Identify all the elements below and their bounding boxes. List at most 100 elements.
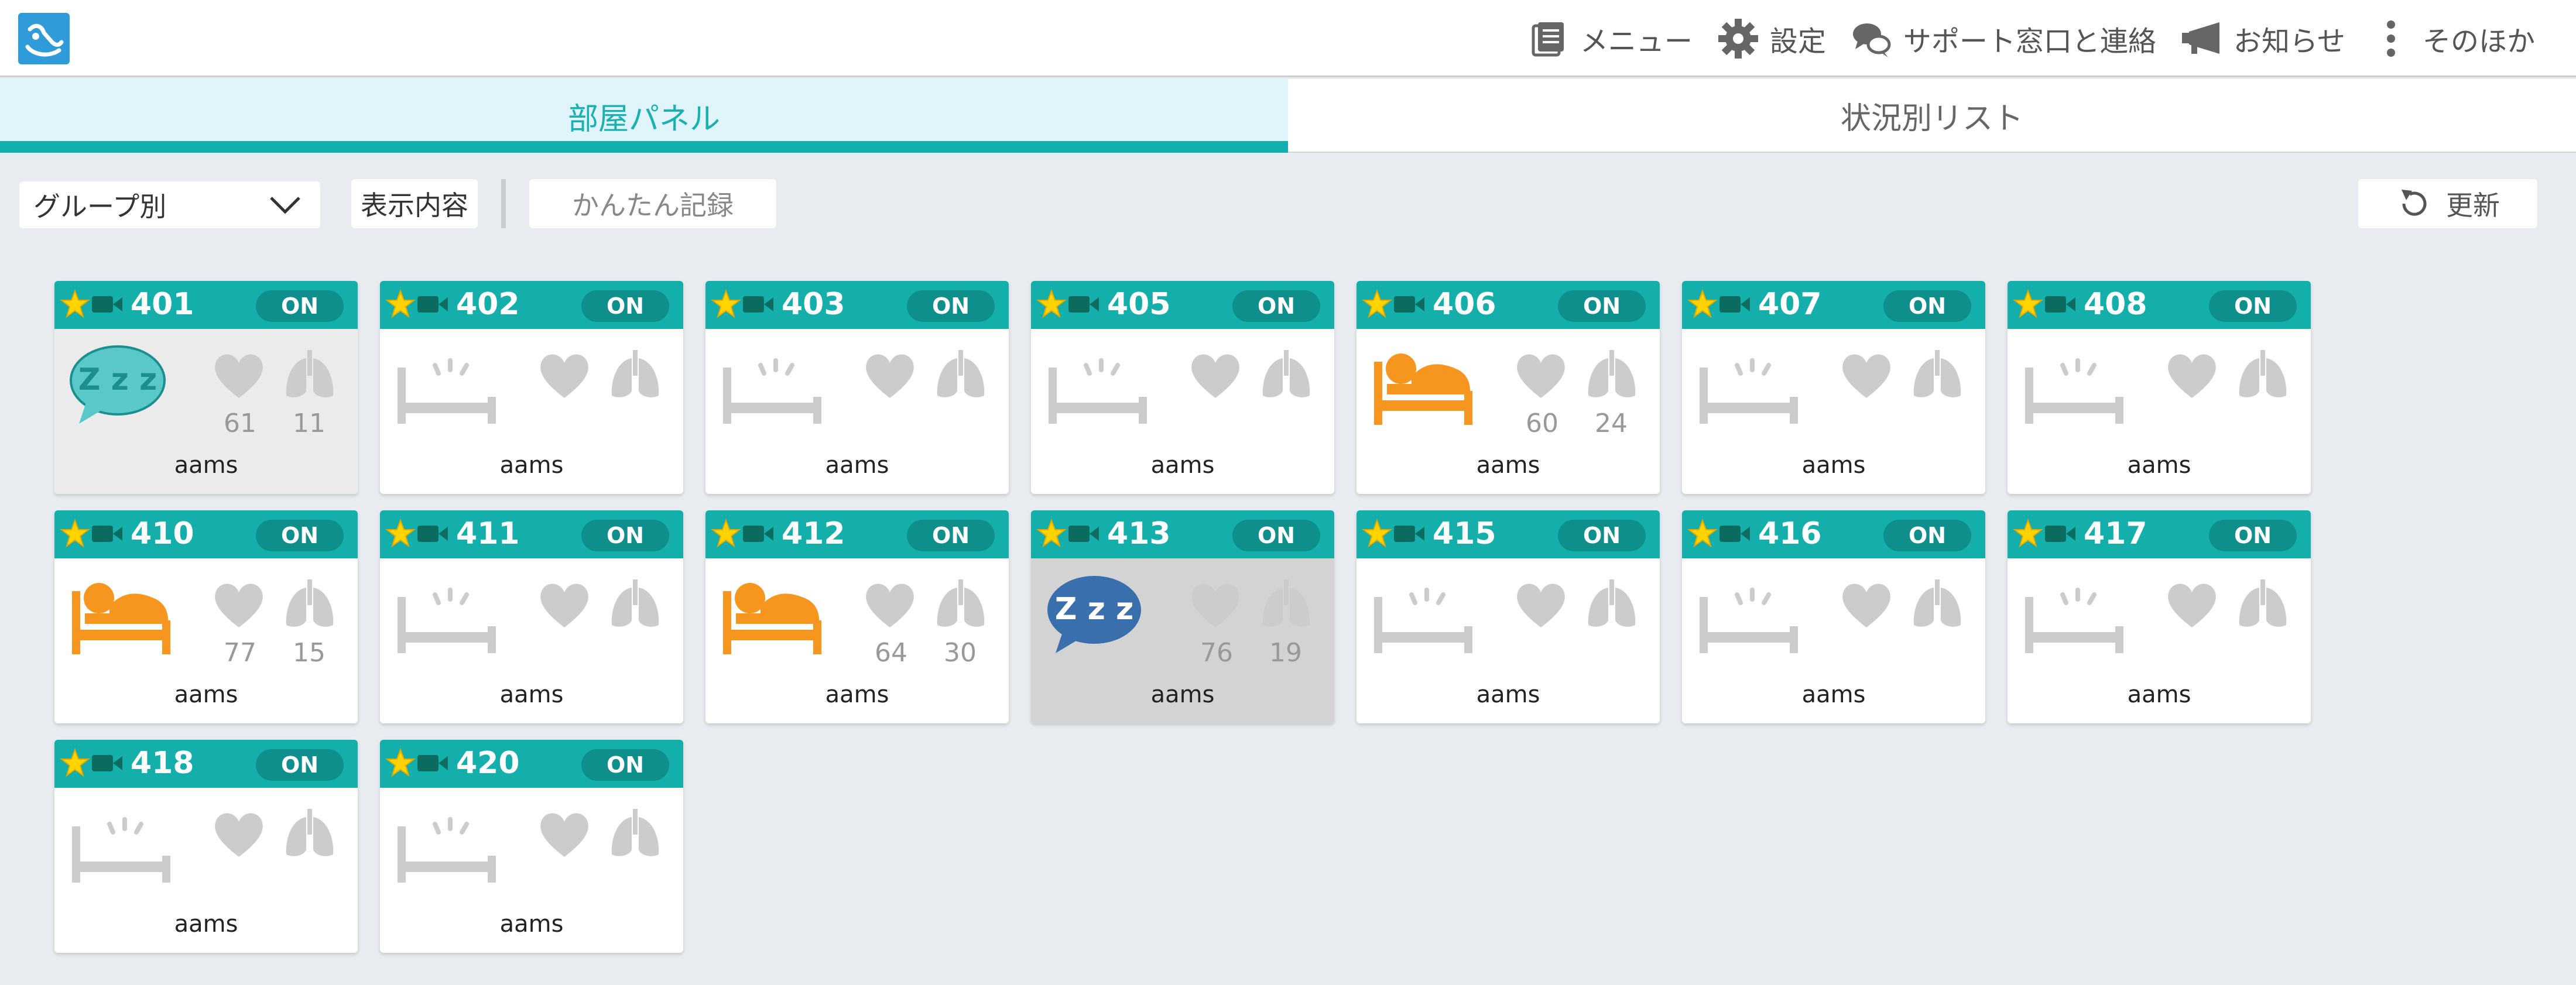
tab-room-panel[interactable]: 部屋パネル (0, 79, 1288, 153)
room-card[interactable]: 417 ON aams (2008, 510, 2311, 723)
respiration-rate-value: 19 (1269, 638, 1302, 668)
room-status-badge[interactable]: ON (1232, 520, 1320, 551)
camera-icon[interactable] (2044, 293, 2077, 316)
resident-name: aams (174, 452, 238, 479)
star-icon[interactable] (60, 289, 90, 318)
heart-icon (2164, 578, 2219, 631)
star-icon[interactable] (60, 748, 90, 777)
room-status-badge[interactable]: ON (256, 749, 344, 781)
group-select-value: グループ別 (33, 191, 167, 222)
room-status-badge[interactable]: ON (907, 290, 995, 322)
room-card-header: 413 ON (1031, 510, 1334, 558)
room-card[interactable]: 412 ON 64 30 aams (705, 510, 1009, 723)
room-status-badge[interactable]: ON (581, 290, 669, 322)
heart-icon (2164, 349, 2219, 401)
lung-icon (282, 805, 338, 862)
room-status-badge[interactable]: ON (907, 520, 995, 551)
star-icon[interactable] (386, 748, 415, 777)
toolbar-divider (501, 179, 506, 228)
camera-icon[interactable] (742, 293, 775, 316)
display-content-button[interactable]: 表示内容 (351, 179, 478, 228)
star-icon[interactable] (1362, 289, 1392, 318)
room-card[interactable]: 416 ON aams (1682, 510, 1985, 723)
camera-icon[interactable] (2044, 522, 2077, 545)
camera-icon[interactable] (1718, 522, 1751, 545)
nav-support[interactable]: サポート窓口と連絡 (1848, 15, 2156, 62)
empty-bed-icon (720, 344, 825, 426)
room-card[interactable]: 401 ON Z z z 61 11 aams (54, 281, 358, 494)
room-card[interactable]: 418 ON aams (54, 740, 358, 953)
star-icon[interactable] (386, 519, 415, 548)
gear-icon (1718, 19, 1758, 59)
room-card[interactable]: 410 ON 77 15 aams (54, 510, 358, 723)
star-icon[interactable] (386, 289, 415, 318)
in-bed-icon (68, 574, 174, 655)
room-status-badge[interactable]: ON (2209, 290, 2297, 322)
camera-icon[interactable] (91, 293, 124, 316)
room-card[interactable]: 420 ON aams (380, 740, 683, 953)
camera-icon[interactable] (1718, 293, 1751, 316)
nav-menu[interactable]: メニュー (1525, 15, 1693, 62)
room-card[interactable]: 402 ON aams (380, 281, 683, 494)
group-select[interactable]: グループ別 (19, 181, 320, 228)
star-icon[interactable] (1688, 289, 1717, 318)
camera-icon[interactable] (91, 522, 124, 545)
room-status-badge[interactable]: ON (256, 290, 344, 322)
room-card[interactable]: 411 ON aams (380, 510, 683, 723)
star-icon[interactable] (1037, 519, 1066, 548)
camera-icon[interactable] (1067, 522, 1100, 545)
room-card[interactable]: 403 ON aams (705, 281, 1009, 494)
camera-icon[interactable] (91, 751, 124, 775)
star-icon[interactable] (711, 519, 741, 548)
room-card-header: 401 ON (54, 281, 358, 329)
room-card[interactable]: 405 ON aams (1031, 281, 1334, 494)
room-card[interactable]: 415 ON aams (1356, 510, 1660, 723)
star-icon[interactable] (1362, 519, 1392, 548)
camera-icon[interactable] (1067, 293, 1100, 316)
star-icon[interactable] (2013, 519, 2043, 548)
room-status-badge[interactable]: ON (1232, 290, 1320, 322)
lung-icon (1584, 346, 1640, 403)
camera-icon[interactable] (742, 522, 775, 545)
refresh-button[interactable]: 更新 (2358, 179, 2537, 228)
star-icon[interactable] (711, 289, 741, 318)
room-status-badge[interactable]: ON (2209, 520, 2297, 551)
room-card-header: 417 ON (2008, 510, 2311, 558)
tab-status-list[interactable]: 状況別リスト (1288, 79, 2576, 153)
room-card[interactable]: 408 ON aams (2008, 281, 2311, 494)
room-status-badge[interactable]: ON (581, 749, 669, 781)
star-icon[interactable] (1688, 519, 1717, 548)
room-status-badge[interactable]: ON (581, 520, 669, 551)
empty-bed-icon (394, 574, 499, 655)
nav-news[interactable]: お知らせ (2178, 15, 2345, 62)
room-status-badge[interactable]: ON (1558, 290, 1646, 322)
nav-menu-label: メニュー (1580, 25, 1693, 58)
camera-icon[interactable] (1393, 293, 1426, 316)
heart-icon (211, 349, 266, 401)
camera-icon[interactable] (416, 522, 449, 545)
nav-more[interactable]: そのほか (2368, 15, 2535, 62)
heart-icon (862, 349, 917, 401)
easy-record-button[interactable]: かんたん記録 (529, 179, 776, 228)
room-card[interactable]: 406 ON 60 24 aams (1356, 281, 1660, 494)
room-card[interactable]: 413 ON Z z z 76 19 aams (1031, 510, 1334, 723)
room-status-badge[interactable]: ON (1883, 520, 1971, 551)
room-number: 417 (2084, 516, 2147, 551)
chat-icon (1852, 23, 1891, 57)
heart-icon (1839, 578, 1894, 631)
nav-settings[interactable]: 設定 (1715, 15, 1826, 62)
room-card[interactable]: 407 ON aams (1682, 281, 1985, 494)
resident-name: aams (825, 452, 889, 479)
room-status-badge[interactable]: ON (256, 520, 344, 551)
refresh-icon (2402, 190, 2427, 216)
camera-icon[interactable] (416, 293, 449, 316)
star-icon[interactable] (60, 519, 90, 548)
camera-icon[interactable] (1393, 522, 1426, 545)
app-logo[interactable] (18, 13, 70, 64)
room-status-badge[interactable]: ON (1883, 290, 1971, 322)
star-icon[interactable] (1037, 289, 1066, 318)
heart-icon (1839, 349, 1894, 401)
star-icon[interactable] (2013, 289, 2043, 318)
camera-icon[interactable] (416, 751, 449, 775)
room-status-badge[interactable]: ON (1558, 520, 1646, 551)
